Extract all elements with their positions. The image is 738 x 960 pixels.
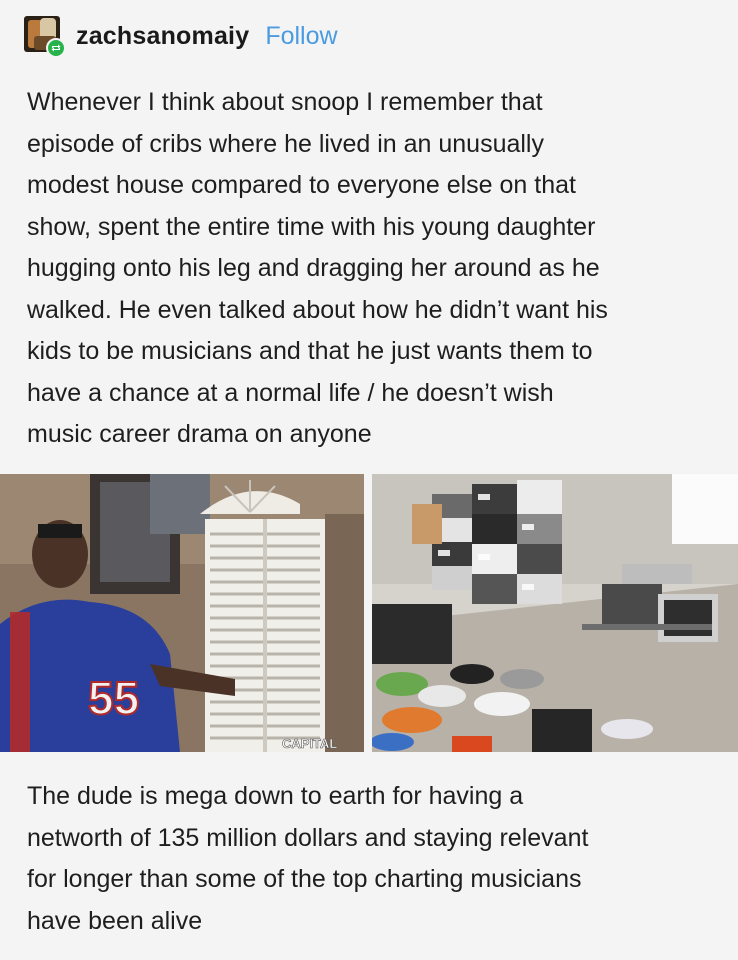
capital-watermark: CAPITAL	[282, 736, 337, 751]
post-header: zachsanomaiy Follow	[24, 16, 338, 58]
jersey-number: 55	[88, 672, 139, 724]
avatar[interactable]	[24, 16, 66, 58]
text-line: kids to be musicians and that he just wa…	[27, 337, 593, 365]
tumblr-post: zachsanomaiy Follow Whenever I think abo…	[0, 0, 738, 960]
text-line: networth of 135 million dollars and stay…	[27, 823, 589, 852]
text-line: Whenever I think about snoop I remember …	[27, 88, 543, 116]
post-images: 55 CAPITAL	[0, 474, 738, 752]
text-line: have a chance at a normal life / he does…	[27, 378, 554, 407]
post-body-text: Whenever I think about snoop I remember …	[27, 82, 717, 456]
follow-button[interactable]: Follow	[265, 22, 337, 51]
text-line: have been alive	[27, 906, 203, 935]
text-line: episode of cribs where he lived in an un…	[27, 129, 544, 158]
post-image-left[interactable]: 55 CAPITAL	[0, 474, 364, 752]
text-line: music career drama on anyone	[27, 420, 372, 448]
text-line: modest house compared to everyone else o…	[27, 171, 576, 199]
text-line: show, spent the entire time with his you…	[27, 212, 596, 241]
text-line: The dude is mega down to earth for havin…	[27, 782, 524, 810]
reblog-icon	[46, 38, 66, 58]
text-line: for longer than some of the top charting…	[27, 865, 582, 893]
text-line: walked. He even talked about how he didn…	[27, 295, 608, 324]
text-line: hugging onto his leg and dragging her ar…	[27, 254, 600, 282]
post-image-right[interactable]	[372, 474, 738, 752]
username-link[interactable]: zachsanomaiy	[76, 22, 249, 51]
post-caption-text: The dude is mega down to earth for havin…	[27, 776, 717, 942]
